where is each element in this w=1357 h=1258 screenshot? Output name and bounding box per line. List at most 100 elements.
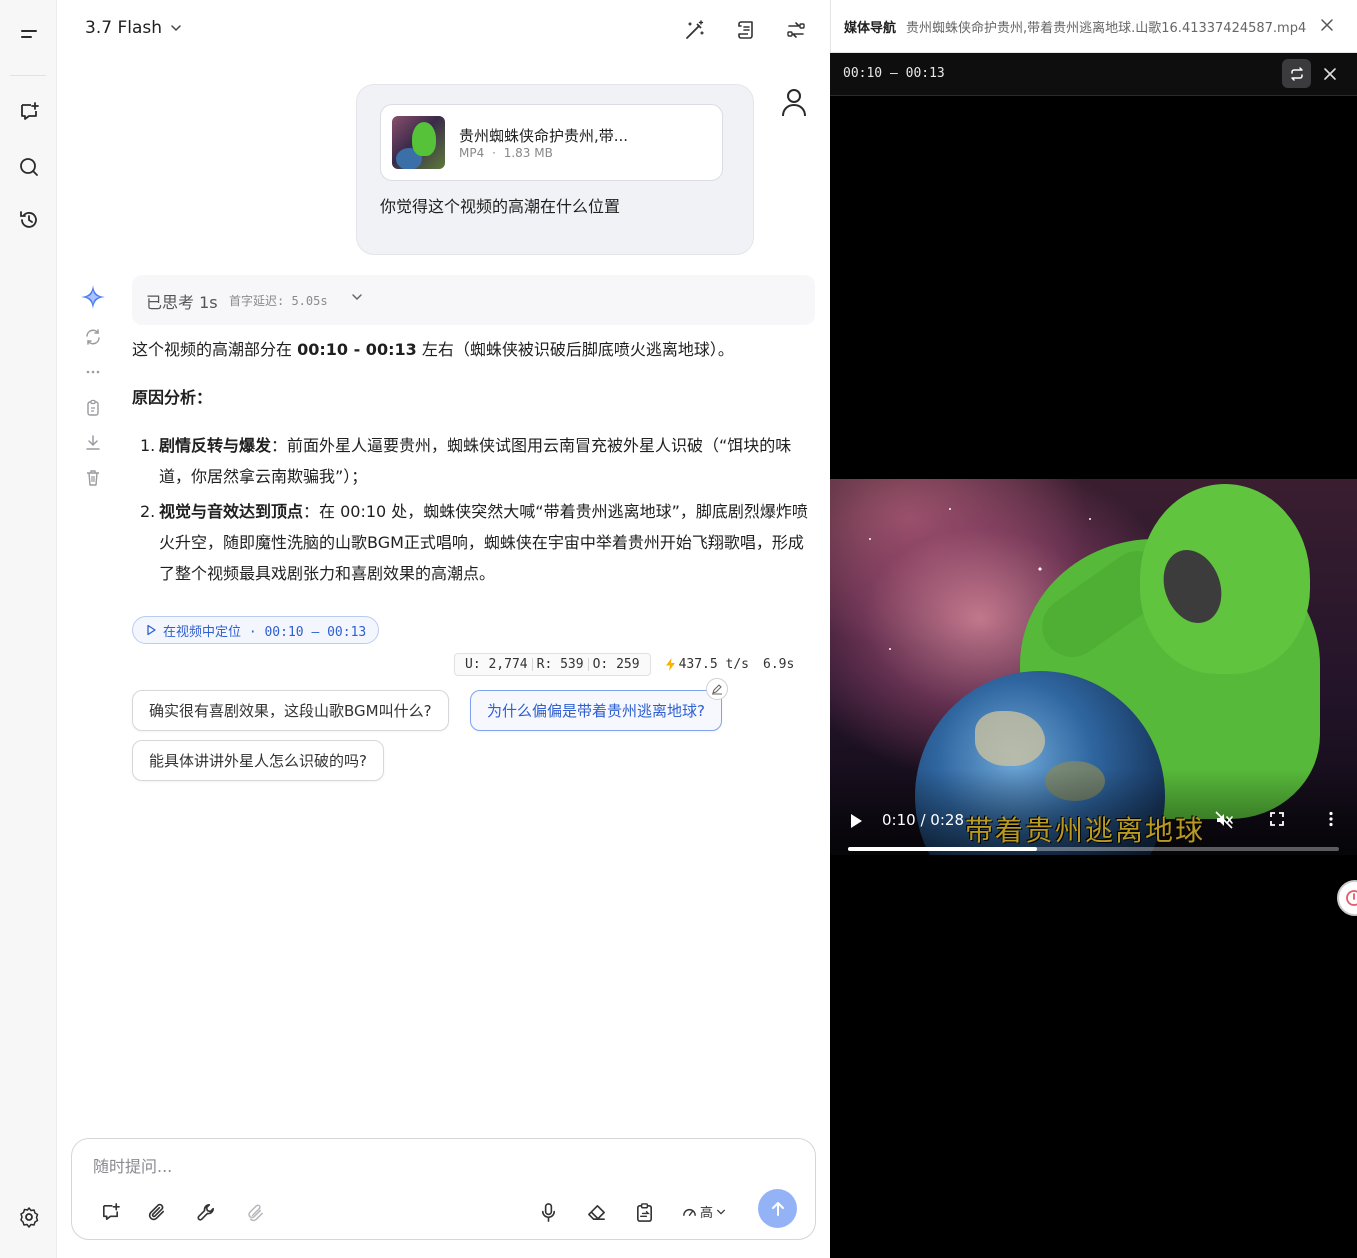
tools-button[interactable] — [193, 1199, 219, 1225]
edit-suggestion-button[interactable] — [706, 678, 728, 700]
voice-input-button[interactable] — [535, 1199, 561, 1225]
list-item-number: 1. — [140, 436, 156, 455]
pencil-icon — [712, 684, 722, 695]
eraser-icon — [587, 1204, 605, 1220]
list-item-body: 视觉与音效达到顶点：在 00:10 处，蜘蛛侠突然大喊“带着贵州逃离地球”，脚底… — [159, 496, 819, 589]
sparkle-icon — [81, 285, 105, 309]
message-composer: 高 — [71, 1138, 816, 1240]
model-selector[interactable]: 3.7 Flash — [85, 18, 182, 38]
list-item: 1. 剧情反转与爆发：前面外星人逼要贵州，蜘蛛侠试图用云南冒充被外星人识破（“饵… — [132, 430, 822, 496]
delete-button[interactable] — [81, 467, 105, 489]
attached-video-card[interactable]: 贵州蜘蛛侠命护贵州,带... MP4 · 1.83 MB — [380, 104, 723, 181]
clipboard-icon — [636, 1202, 652, 1222]
magic-wand-icon — [686, 20, 704, 39]
loop-segment-button[interactable] — [1282, 59, 1311, 88]
attach-button[interactable] — [144, 1199, 170, 1225]
reasoning-effort-value: 高 — [700, 1206, 714, 1221]
output-tokens: O: 259 — [592, 657, 640, 672]
clipboard-icon — [87, 399, 99, 416]
suggestion-chip[interactable]: 确实很有喜剧效果，这段山歌BGM叫什么? — [132, 690, 449, 731]
search-button[interactable] — [12, 150, 46, 184]
video-player[interactable]: 带着贵州逃离地球 0:10 / 0:28 — [830, 479, 1357, 855]
chat-main: 3.7 Flash 贵州蜘蛛侠命护贵州,带... MP4 · 1.83 MB 你… — [57, 0, 830, 1258]
arrow-up-icon — [771, 1201, 784, 1216]
list-item-title: 剧情反转与爆发 — [159, 436, 272, 455]
message-input[interactable] — [93, 1153, 693, 1179]
attached-file-meta: MP4 · 1.83 MB — [459, 146, 553, 160]
wrench-icon — [197, 1203, 214, 1221]
new-chat-button[interactable] — [12, 95, 46, 129]
first-token-latency: 首字延迟: 5.05s — [229, 294, 328, 308]
user-avatar — [779, 86, 809, 118]
suggestion-chip[interactable]: 能具体讲讲外星人怎么识破的吗? — [132, 740, 384, 781]
video-thumbnail — [392, 116, 445, 169]
reasoning-effort-selector[interactable]: 高 — [682, 1202, 726, 1221]
left-rail — [0, 0, 57, 1258]
play-icon[interactable] — [848, 812, 864, 830]
multi-attach-button[interactable] — [241, 1199, 267, 1225]
more-vertical-icon[interactable] — [1322, 810, 1340, 828]
video-time: 0:10 / 0:28 — [882, 811, 964, 829]
settings-icon — [20, 1207, 39, 1228]
locate-in-video-button[interactable]: 在视频中定位 · 00:10 – 00:13 — [132, 616, 380, 644]
speed-value: 437.5 t/s — [678, 657, 750, 672]
fullscreen-icon[interactable] — [1268, 810, 1286, 828]
menu-icon — [21, 30, 37, 38]
thinking-summary[interactable]: 已思考 1s 首字延迟: 5.05s — [132, 275, 815, 325]
chevron-down-icon — [352, 294, 362, 301]
refresh-icon — [86, 329, 100, 345]
download-icon — [86, 435, 100, 450]
menu-button[interactable] — [12, 18, 46, 52]
history-button[interactable] — [12, 203, 46, 237]
close-icon[interactable] — [1318, 16, 1336, 34]
list-item-number: 2. — [140, 502, 156, 521]
user-icon — [782, 89, 806, 117]
chat-topbar: 3.7 Flash — [57, 0, 830, 58]
locate-chip-label: 在视频中定位 · 00:10 – 00:13 — [163, 624, 367, 640]
history-icon — [20, 211, 37, 228]
close-icon[interactable] — [1322, 66, 1338, 82]
lightning-icon — [665, 658, 675, 671]
compare-button[interactable] — [782, 16, 810, 44]
reasons-title: 原因分析： — [132, 388, 213, 407]
play-outline-icon — [147, 624, 156, 636]
clear-context-button[interactable] — [583, 1199, 609, 1225]
muted-icon[interactable] — [1214, 810, 1234, 830]
send-button[interactable] — [758, 1189, 797, 1228]
download-button[interactable] — [81, 432, 105, 454]
media-file-name: 贵州蜘蛛侠命护贵州,带着贵州逃离地球.山歌16.41337424587.mp4 — [906, 21, 1307, 36]
suggestion-text: 能具体讲讲外星人怎么识破的吗? — [149, 752, 367, 770]
new-topic-button[interactable] — [97, 1199, 123, 1225]
gauge-icon — [683, 1209, 696, 1216]
more-actions-button[interactable] — [81, 361, 105, 383]
media-navigation-panel: 媒体导航 贵州蜘蛛侠命护贵州,带着贵州逃离地球.山歌16.41337424587… — [830, 0, 1357, 1258]
user-message-text: 你觉得这个视频的高潮在什么位置 — [380, 197, 621, 216]
segment-bar: 00:10 – 00:13 — [830, 53, 1357, 96]
token-stats: U: 2,774 R: 539 O: 259 437.5 t/s 6.9s — [454, 653, 794, 676]
list-item-title: 视觉与音效达到顶点 — [159, 502, 304, 521]
video-duration: 0:28 — [930, 811, 964, 829]
video-progress-bar[interactable] — [848, 847, 1339, 851]
suggestion-chip[interactable]: 为什么偏偏是带着贵州逃离地球? — [470, 690, 722, 731]
media-panel-title: 媒体导航 — [844, 21, 897, 36]
list-item-body: 剧情反转与爆发：前面外星人逼要贵州，蜘蛛侠试图用云南冒充被外星人识破（“饵块的味… — [159, 430, 819, 492]
settings-button[interactable] — [12, 1200, 46, 1234]
answer-intro-tail: 左右（蜘蛛侠被识破后脚底喷火逃离地球）。 — [416, 340, 734, 359]
generation-time: 6.9s — [763, 657, 795, 672]
list-item: 2. 视觉与音效达到顶点：在 00:10 处，蜘蛛侠突然大喊“带着贵州逃离地球”… — [132, 496, 822, 592]
regenerate-button[interactable] — [81, 326, 105, 348]
copy-button[interactable] — [81, 397, 105, 419]
video-progress-fill — [848, 847, 1038, 851]
magic-wand-button[interactable] — [681, 16, 709, 44]
token-counts: U: 2,774 R: 539 O: 259 — [454, 653, 651, 676]
more-horizontal-icon — [86, 370, 100, 374]
reasoning-tokens: R: 539 — [536, 657, 584, 672]
compare-icon — [787, 22, 805, 38]
attached-file-size: 1.83 MB — [503, 146, 553, 160]
scroll-document-button[interactable] — [732, 16, 760, 44]
paperclips-icon — [247, 1204, 263, 1221]
clipboard-button[interactable] — [631, 1199, 657, 1225]
chevron-down-icon — [717, 1209, 725, 1215]
video-subtitle: 带着贵州逃离地球 — [965, 814, 1206, 847]
trash-icon — [87, 470, 99, 486]
